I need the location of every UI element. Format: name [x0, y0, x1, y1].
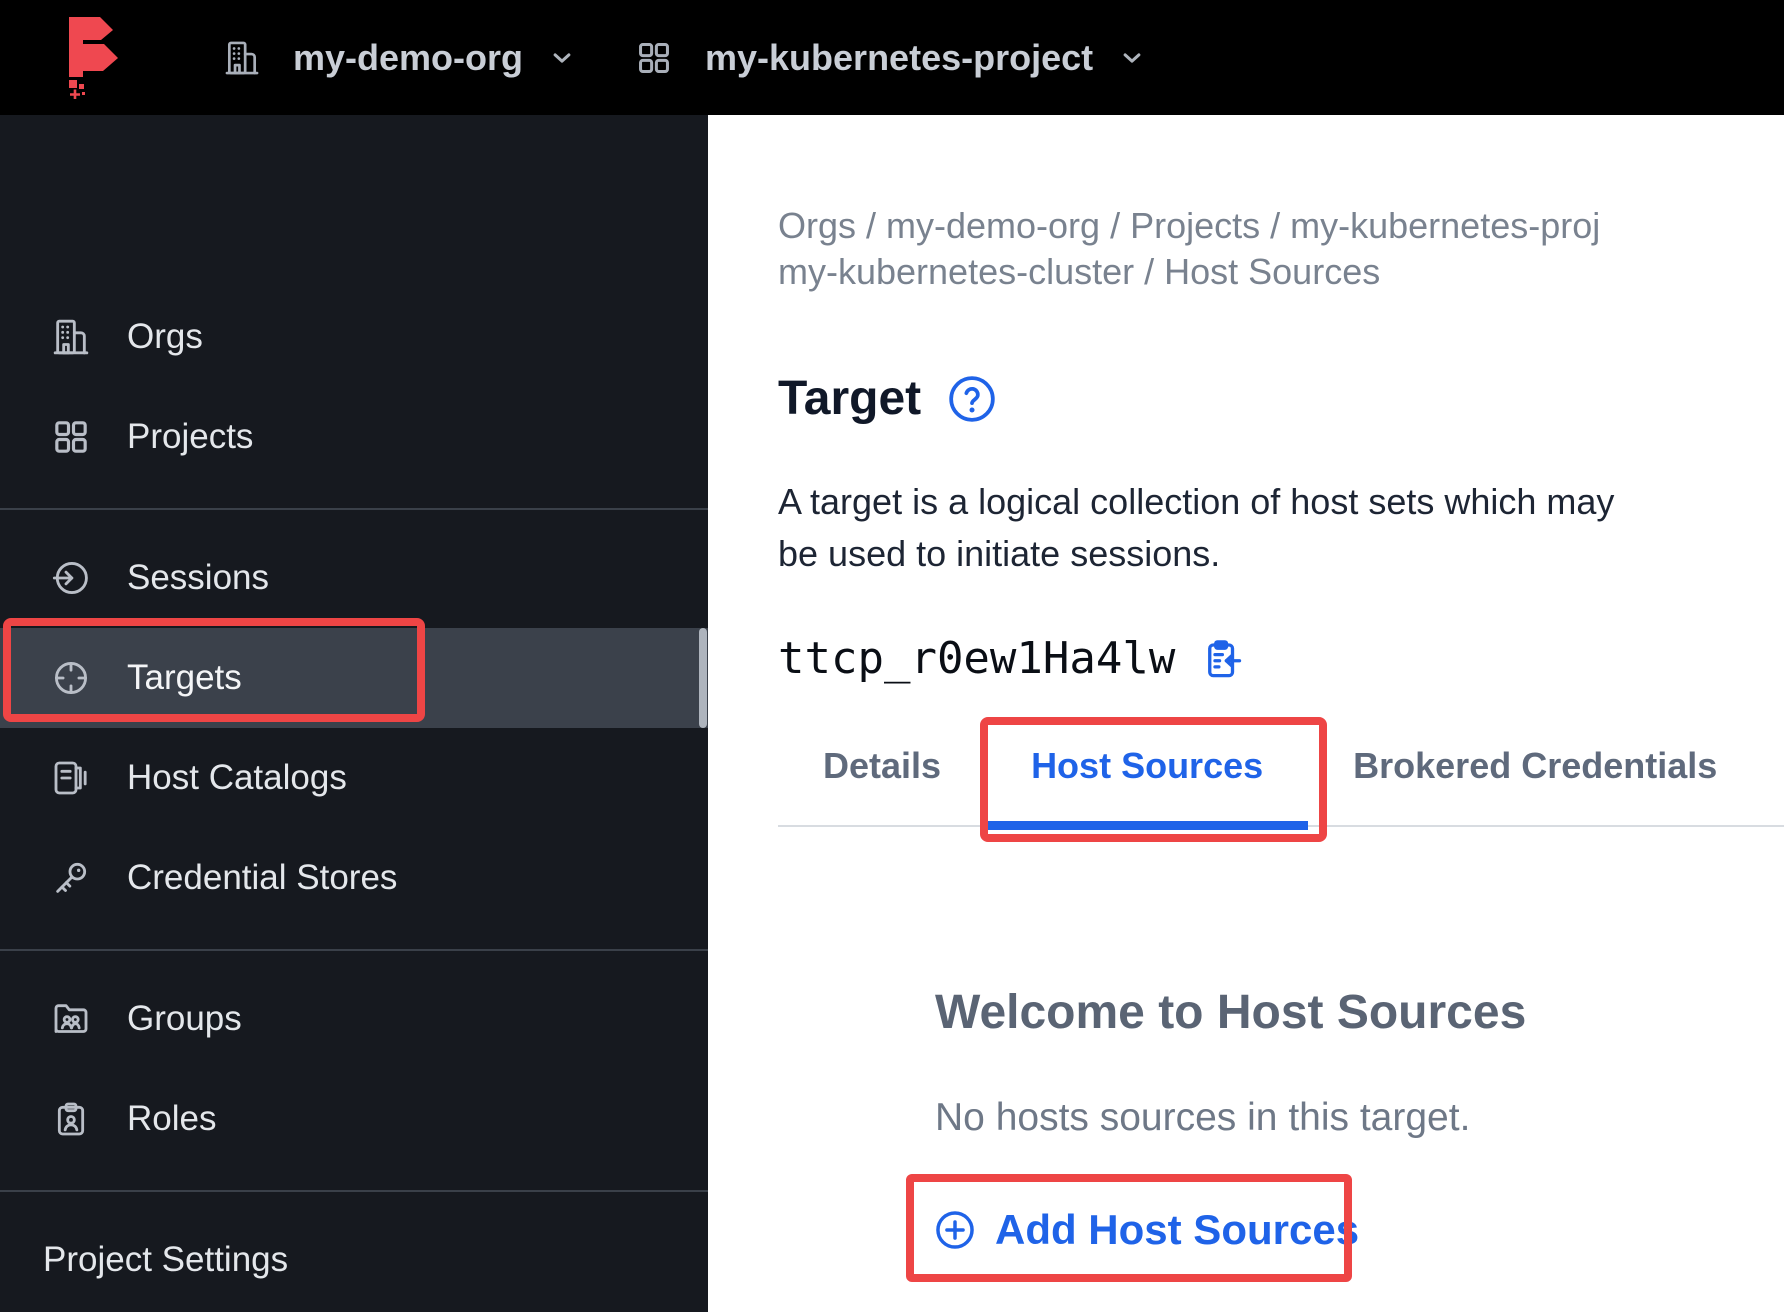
add-host-sources-button[interactable]: Add Host Sources	[933, 1206, 1359, 1254]
copy-to-clipboard-icon[interactable]	[1201, 638, 1243, 680]
plus-circle-icon	[936, 1211, 974, 1249]
tab-bar: Details Host Sources Brokered Credential…	[778, 731, 1784, 830]
project-switcher[interactable]: my-kubernetes-project	[635, 37, 1147, 79]
sidebar-item-credential-stores[interactable]: Credential Stores	[0, 828, 708, 928]
target-description: A target is a logical collection of host…	[778, 481, 1615, 574]
chevron-down-icon	[553, 52, 571, 63]
sidebar-item-sessions[interactable]: Sessions	[0, 528, 708, 628]
breadcrumb-line-1[interactable]: Orgs / my-demo-org / Projects / my-kuber…	[778, 203, 1784, 249]
tab-brokered-credentials[interactable]: Brokered Credentials	[1308, 731, 1762, 825]
help-icon[interactable]	[947, 374, 997, 424]
page-title: Target	[778, 372, 922, 425]
roles-icon	[57, 1102, 85, 1136]
empty-state-body: No hosts sources in this target.	[935, 1096, 1471, 1139]
sidebar: Orgs Projects Sessions Targets Host Cata…	[0, 115, 708, 1312]
building-icon	[53, 319, 89, 355]
sidebar-item-orgs[interactable]: Orgs	[0, 287, 708, 387]
groups-icon	[54, 1004, 88, 1033]
org-switcher[interactable]: my-demo-org	[223, 37, 577, 79]
project-switcher-label: my-kubernetes-project	[705, 36, 1094, 78]
sidebar-divider	[0, 1190, 708, 1192]
add-host-sources-label: Add Host Sources	[995, 1206, 1360, 1253]
sidebar-divider	[0, 949, 708, 951]
sidebar-item-projects[interactable]: Projects	[0, 387, 708, 487]
sidebar-item-project-settings[interactable]: Project Settings	[0, 1210, 708, 1310]
org-switcher-label: my-demo-org	[293, 36, 524, 78]
sidebar-item-label: Projects	[127, 417, 254, 456]
sidebar-item-groups[interactable]: Groups	[0, 969, 708, 1069]
target-id: ttcp_r0ew1Ha4lw	[778, 633, 1176, 684]
host-catalog-icon	[54, 761, 87, 795]
key-icon	[56, 862, 87, 893]
building-icon	[225, 41, 259, 74]
sidebar-item-label: Groups	[127, 999, 242, 1038]
host-sources-empty-state: Welcome to Host Sources No hosts sources…	[778, 985, 1784, 1257]
boundary-logo-icon[interactable]	[62, 16, 128, 99]
sidebar-item-label: Targets	[127, 658, 242, 697]
sidebar-scrollbar-thumb[interactable]	[699, 628, 707, 728]
sidebar-item-label: Orgs	[127, 317, 203, 356]
sidebar-divider	[0, 508, 708, 510]
main-content: Orgs / my-demo-org / Projects / my-kuber…	[708, 115, 1784, 1312]
chevron-down-icon	[1123, 52, 1141, 63]
sidebar-item-label: Sessions	[127, 558, 270, 597]
tab-host-sources[interactable]: Host Sources	[986, 731, 1309, 830]
sidebar-item-label: Credential Stores	[127, 858, 398, 897]
sidebar-footer-label: Project Settings	[43, 1240, 289, 1279]
sidebar-item-label: Roles	[127, 1099, 217, 1138]
topbar: my-demo-org my-kubernetes-project	[0, 0, 1784, 115]
sidebar-item-roles[interactable]: Roles	[0, 1069, 708, 1169]
grid-icon	[55, 421, 87, 453]
tab-details[interactable]: Details	[778, 731, 986, 825]
boundary-admin-screen: my-demo-org my-kubernetes-project Orgs P…	[0, 0, 1784, 1312]
empty-state-title: Welcome to Host Sources	[935, 986, 1527, 1039]
session-icon	[52, 562, 88, 594]
sidebar-item-targets[interactable]: Targets	[0, 628, 708, 728]
breadcrumb[interactable]: Orgs / my-demo-org / Projects / my-kuber…	[778, 203, 1784, 295]
sidebar-item-host-catalogs[interactable]: Host Catalogs	[0, 728, 708, 828]
grid-icon	[639, 42, 669, 73]
target-icon	[55, 662, 88, 694]
sidebar-item-label: Host Catalogs	[127, 758, 347, 797]
breadcrumb-line-2[interactable]: my-kubernetes-cluster / Host Sources	[778, 249, 1784, 295]
